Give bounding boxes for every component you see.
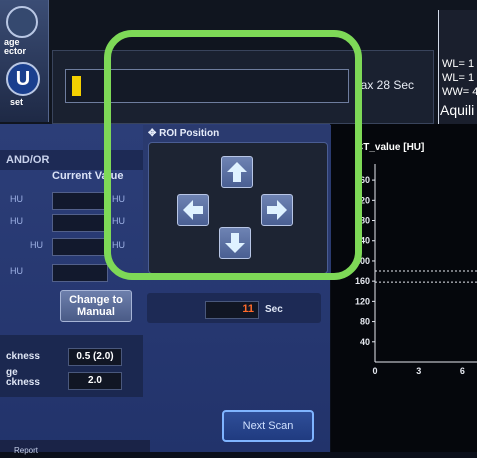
reset-label: set (10, 97, 24, 107)
y-tick-label: 120 (355, 296, 370, 306)
y-tick-label: 160 (355, 276, 370, 286)
thickness-value[interactable]: 0.5 (2.0) (68, 348, 122, 366)
delay-value: 11 (242, 303, 254, 315)
ww-label: WW= 4 (442, 86, 477, 98)
value-field[interactable] (52, 214, 108, 232)
y-tick-label: 80 (360, 317, 370, 327)
bottom-tab-strip: Report (0, 440, 150, 455)
y-tick-label: 40 (360, 337, 370, 347)
row-label: HU (10, 194, 23, 204)
delay-unit: Sec (265, 304, 283, 315)
change-to-manual-button[interactable]: Change to Manual (60, 290, 132, 322)
image-thickness-value[interactable]: 2.0 (68, 372, 122, 390)
value-field[interactable] (52, 264, 108, 282)
x-tick-label: 3 (416, 366, 421, 376)
image-thickness-label-b: ckness (6, 377, 40, 388)
gear-icon[interactable] (6, 6, 38, 38)
row-label: HU (10, 216, 23, 226)
x-tick-label: 0 (372, 366, 377, 376)
value-field[interactable] (52, 192, 108, 210)
row-label: HU (30, 240, 43, 250)
change-button-line1: Change to (69, 294, 123, 306)
left-toolbar: age ector U set (0, 0, 49, 122)
toolbar-label-ector: ector (4, 46, 27, 56)
highlight-frame (104, 30, 362, 280)
next-scan-button[interactable]: Next Scan (222, 410, 314, 442)
change-button-line2: Manual (77, 306, 115, 318)
scanner-name: Aquili (440, 102, 475, 118)
wl-label-2: WL= 1 (442, 72, 475, 84)
progress-fill (72, 76, 81, 96)
value-field[interactable] (52, 238, 108, 256)
x-tick-label: 6 (460, 366, 465, 376)
reset-button[interactable]: U (6, 62, 40, 96)
max-time-label: lax 28 Sec (358, 78, 415, 92)
bottom-tab-report[interactable]: Report (14, 446, 38, 455)
wl-label-1: WL= 1 (442, 58, 475, 70)
row-label: HU (10, 266, 23, 276)
thickness-label: ckness (6, 351, 40, 362)
